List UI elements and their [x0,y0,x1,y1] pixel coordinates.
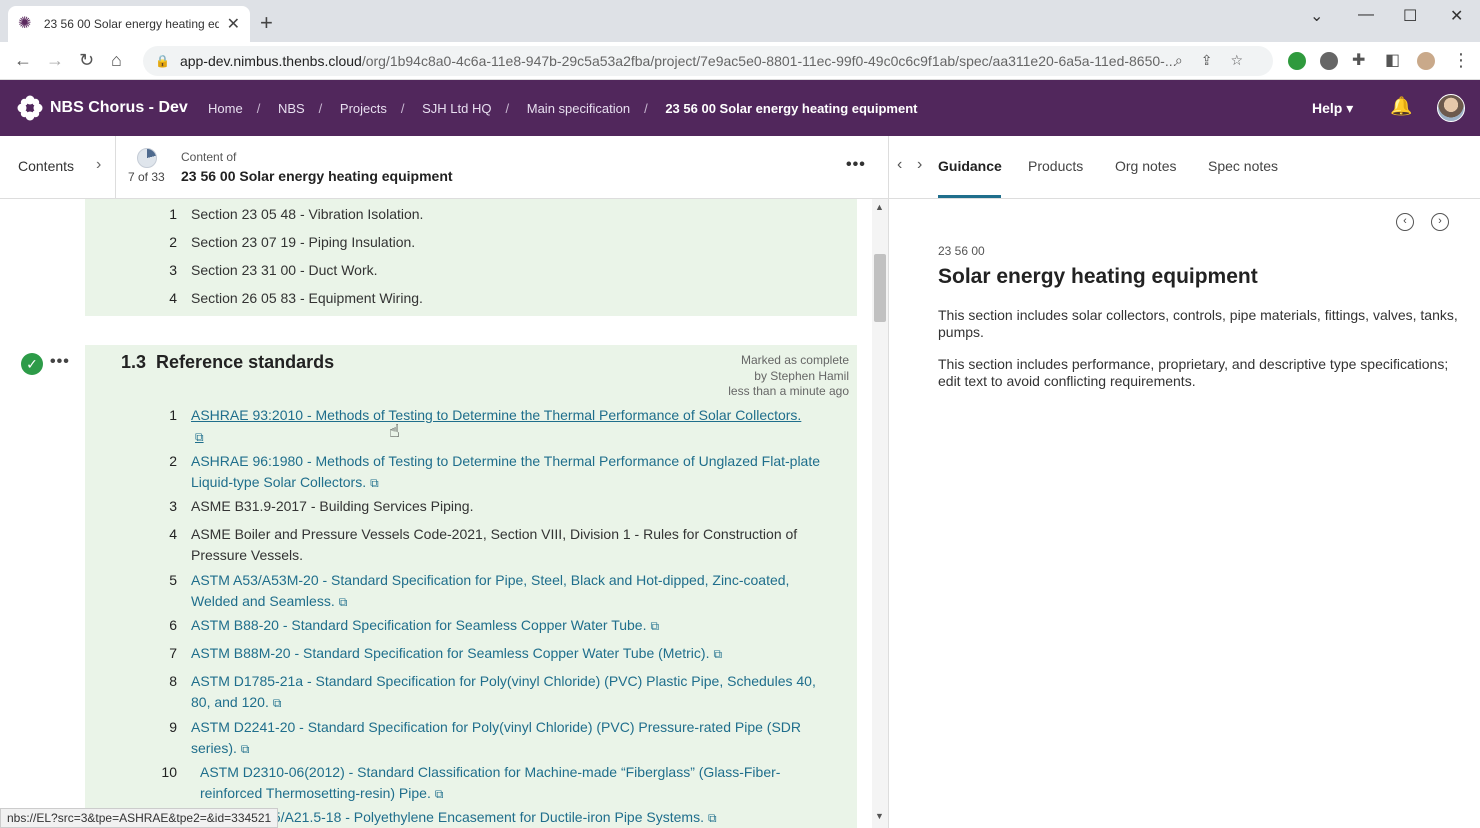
standard-link[interactable]: ASHRAE 96:1980 - Methods of Testing to D… [191,451,831,494]
browser-toolbar: ← → ↻ ⌂ 🔒 app-dev.nimbus.thenbs.cloud/or… [0,42,1480,80]
guidance-paragraph: This section includes performance, propr… [938,356,1449,389]
external-link-icon[interactable]: ⧉ [435,787,444,801]
user-avatar[interactable] [1437,94,1465,122]
scroll-down-icon[interactable]: ▼ [875,811,884,821]
profile-avatar-icon[interactable] [1417,52,1435,70]
notifications-bell-icon[interactable]: 🔔 [1390,96,1412,117]
browser-tab[interactable]: ✺ 23 56 00 Solar energy heating eq ✕ [8,6,250,42]
close-window-icon[interactable]: ✕ [1450,6,1463,26]
external-link-icon[interactable]: ⧉ [650,619,659,633]
external-link-icon[interactable]: ⧉ [708,811,717,825]
app-brand[interactable]: NBS Chorus - Dev [50,99,188,117]
nbs-logo-icon[interactable] [16,94,44,122]
side-panel-icon[interactable]: ◧ [1385,50,1400,70]
url-text: app-dev.nimbus.thenbs.cloud/org/1b94c8a0… [179,53,1177,69]
breadcrumb-projects[interactable]: Projects [340,101,387,116]
page-title: 23 56 00 Solar energy heating equipment [181,168,453,184]
standard-link[interactable]: AWWA C105/A21.5-18 - Polyethylene Encase… [200,807,820,828]
tab-search-icon[interactable]: ⌄ [1310,6,1323,26]
guidance-paragraph: This section includes solar collectors, … [938,307,1458,340]
scroll-up-icon[interactable]: ▲ [875,202,884,212]
breadcrumb-project[interactable]: SJH Ltd HQ [422,101,491,116]
content-of-label: Content of [181,150,237,164]
tab-title: 23 56 00 Solar energy heating eq [43,17,219,31]
scrollbar-thumb[interactable] [874,254,886,322]
standard-link[interactable]: ASTM B88-20 - Standard Specification for… [191,615,831,637]
external-link-icon[interactable]: ⧉ [273,696,282,710]
active-tab-indicator [938,195,1001,198]
guidance-title: Solar energy heating equipment [938,265,1258,288]
breadcrumb-nbs[interactable]: NBS [278,101,305,116]
specification-editor: 1 Section 23 05 48 - Vibration Isolation.… [0,199,872,828]
browser-menu-icon[interactable]: ⋮ [1452,50,1470,71]
guidance-code: 23 56 00 [938,244,985,258]
omnibox-actions-icon[interactable]: ⌕⇪☆ [1175,52,1261,69]
complete-check-icon[interactable]: ✓ [21,353,43,375]
breadcrumb-home[interactable]: Home [208,101,243,116]
progress-count: 7 of 33 [128,170,165,184]
external-link-icon[interactable]: ⧉ [713,647,722,661]
progress-pie-icon [137,148,157,168]
contents-button[interactable]: Contents [18,158,74,174]
chevron-down-icon: ▾ [1346,100,1354,116]
breadcrumb-specification[interactable]: Main specification [527,101,630,116]
status-bar-url: nbs://EL?src=3&tpe=ASHRAE&tpe2=&id=33452… [0,808,279,828]
standard-link[interactable]: ASHRAE 93:2010 - Methods of Testing to D… [191,405,831,448]
extensions-puzzle-icon[interactable]: ✚ [1352,50,1365,70]
standard-link[interactable]: ASTM A53/A53M-20 - Standard Specificatio… [191,570,831,613]
chevron-right-icon[interactable]: › [96,156,101,174]
close-tab-icon[interactable]: ✕ [227,14,240,34]
lock-icon: 🔒 [155,54,170,68]
more-options-icon[interactable]: ••• [846,156,866,174]
extension-green-icon[interactable] [1288,52,1306,70]
reference-standards-block[interactable]: 1 ASHRAE 93:2010 - Methods of Testing to… [85,345,857,828]
guidance-panel: ‹ › 23 56 00 Solar energy heating equipm… [888,199,1480,828]
previous-guidance-icon[interactable]: ‹ [1396,213,1414,231]
editor-scrollbar[interactable]: ▲ ▼ [872,199,888,828]
tab-guidance[interactable]: Guidance [938,158,1002,174]
breadcrumb-current: 23 56 00 Solar energy heating equipment [665,101,918,116]
external-link-icon[interactable]: ⧉ [339,595,348,609]
divider [115,136,116,198]
tab-org-notes[interactable]: Org notes [1115,158,1176,174]
standard-link[interactable]: ASTM D2310-06(2012) - Standard Classific… [200,762,820,805]
side-panel-header: ‹ › Guidance Products Org notes Spec not… [888,136,1480,199]
external-link-icon[interactable]: ⧉ [370,476,379,490]
extension-gray-icon[interactable] [1320,52,1338,70]
reload-icon[interactable]: ↻ [79,50,94,71]
new-tab-icon[interactable]: + [260,10,273,36]
breadcrumb: Home / NBS / Projects / SJH Ltd HQ / Main sp… [208,101,918,116]
home-icon[interactable]: ⌂ [111,50,122,71]
minimize-icon[interactable]: — [1358,6,1374,24]
related-sections-block[interactable]: 1 Section 23 05 48 - Vibration Isolation.… [85,199,857,316]
chevron-left-icon[interactable]: ‹ [897,156,902,174]
back-icon[interactable]: ← [14,50,32,71]
maximize-icon[interactable]: ☐ [1403,6,1417,26]
content-header: Contents › 7 of 33 Content of 23 56 00 S… [0,136,888,199]
browser-tabbar: ✺ 23 56 00 Solar energy heating eq ✕ + ⌄… [0,0,1480,42]
clause-more-icon[interactable]: ••• [50,353,70,371]
help-menu[interactable]: Help ▾ [1312,100,1353,117]
nbs-favicon-icon: ✺ [18,15,32,32]
tab-products[interactable]: Products [1028,158,1083,174]
clause-heading[interactable]: 1.3 Reference standards [121,352,334,373]
standard-link[interactable]: ASTM D2241-20 - Standard Specification f… [191,717,831,760]
chevron-right-icon[interactable]: › [917,156,922,174]
tab-spec-notes[interactable]: Spec notes [1208,158,1278,174]
completion-status: Marked as complete by Stephen Hamil less… [728,353,849,398]
standard-link[interactable]: ASTM B88M-20 - Standard Specification fo… [191,643,831,665]
address-bar[interactable]: 🔒 app-dev.nimbus.thenbs.cloud/org/1b94c8… [143,46,1273,76]
external-link-icon[interactable]: ⧉ [195,430,204,444]
app-header: NBS Chorus - Dev Home / NBS / Projects / SJ… [0,80,1480,136]
hand-cursor-icon: ☝ [389,421,400,441]
next-guidance-icon[interactable]: › [1431,213,1449,231]
standard-link[interactable]: ASTM D1785-21a - Standard Specification … [191,671,831,714]
forward-icon[interactable]: → [46,50,64,71]
external-link-icon[interactable]: ⧉ [241,742,250,756]
